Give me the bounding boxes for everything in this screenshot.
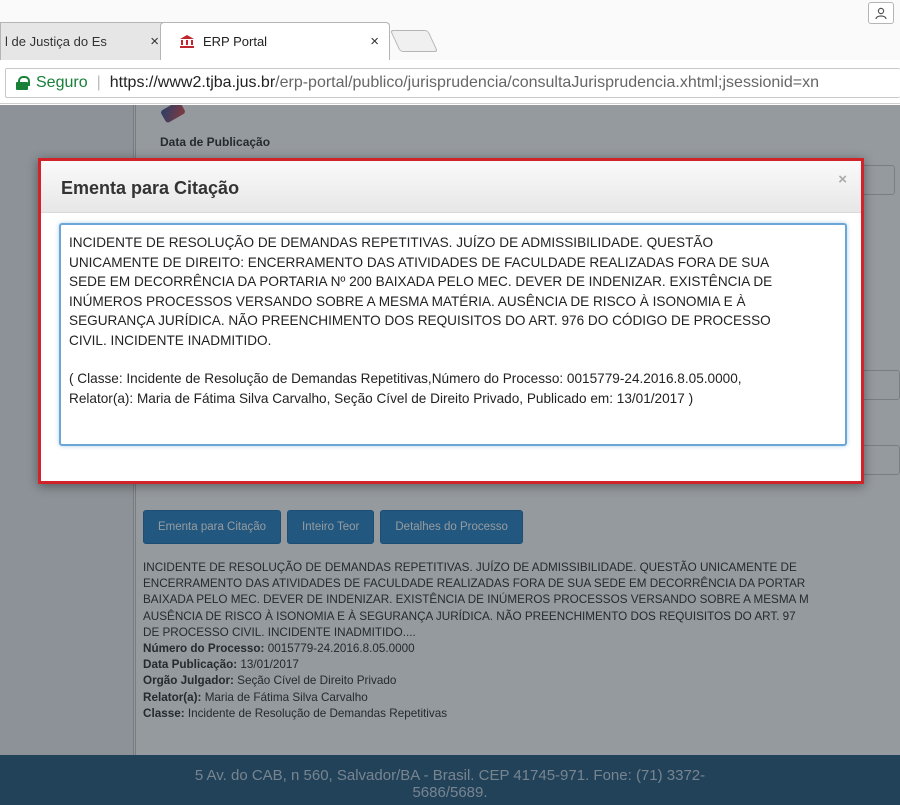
modal-header: Ementa para Citação × xyxy=(41,161,861,213)
citation-line: SEDE EM DECORRÊNCIA DA PORTARIA Nº 200 B… xyxy=(69,274,773,289)
tab-tribunal[interactable]: l de Justiça do Es × xyxy=(0,22,170,60)
modal-title: Ementa para Citação xyxy=(61,178,240,198)
citation-line: INCIDENTE DE RESOLUÇÃO DE DEMANDAS REPET… xyxy=(69,235,714,250)
tab-label: l de Justiça do Es xyxy=(5,34,107,49)
divider: | xyxy=(96,74,101,91)
lock-icon xyxy=(16,76,30,90)
url-field[interactable]: Seguro | https://www2.tjba.jus.br/erp-po… xyxy=(5,68,900,98)
citation-line: CIVIL. INCIDENTE INADMITIDO. xyxy=(69,332,272,348)
close-icon[interactable]: × xyxy=(838,171,847,188)
person-icon[interactable] xyxy=(868,2,894,24)
citation-reference-line: ( Classe: Incidente de Resolução de Dema… xyxy=(69,371,742,386)
citation-modal: Ementa para Citação × INCIDENTE DE RESOL… xyxy=(38,158,864,484)
url-path: /erp-portal/publico/jurisprudencia/consu… xyxy=(275,74,819,91)
url-host: https://www2.tjba.jus.br xyxy=(109,74,276,91)
secure-label: Seguro xyxy=(36,74,88,91)
citation-reference-line: Relator(a): Maria de Fátima Silva Carval… xyxy=(69,390,694,406)
new-tab-button[interactable] xyxy=(389,30,439,52)
citation-line: SEGURANÇA JURÍDICA. NÃO PREENCHIMENTO DO… xyxy=(69,313,771,328)
tab-erp-portal[interactable]: ERP Portal × xyxy=(160,22,390,60)
tab-label: ERP Portal xyxy=(203,34,268,49)
close-icon[interactable]: × xyxy=(150,33,159,50)
citation-textarea[interactable]: INCIDENTE DE RESOLUÇÃO DE DEMANDAS REPET… xyxy=(59,223,847,446)
browser-tab-bar: l de Justiça do Es × ERP Portal × xyxy=(0,0,900,60)
close-icon[interactable]: × xyxy=(370,33,379,50)
citation-line: INÚMEROS PROCESSOS VERSANDO SOBRE A MESM… xyxy=(69,293,746,309)
citation-line: UNICAMENTE DE DIREITO: ENCERRAMENTO DAS … xyxy=(69,254,770,270)
address-bar: Seguro | https://www2.tjba.jus.br/erp-po… xyxy=(0,60,900,104)
building-icon xyxy=(179,34,195,49)
